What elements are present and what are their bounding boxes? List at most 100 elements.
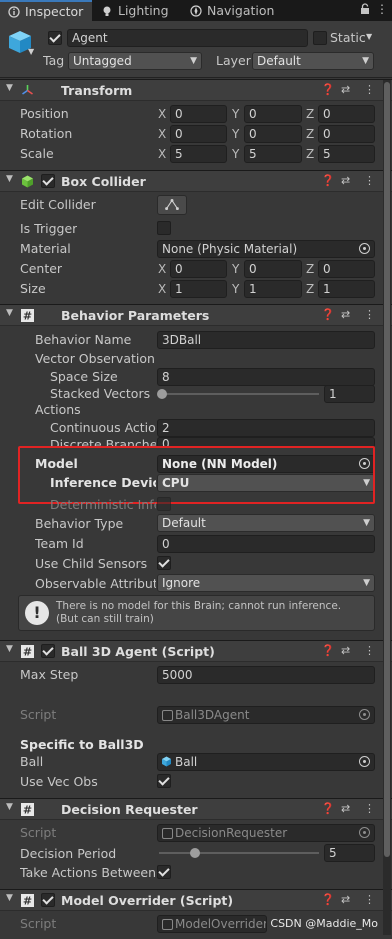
context-menu-icon[interactable]: ⋮: [364, 893, 375, 906]
box-collider-enabled-checkbox[interactable]: [41, 174, 55, 188]
tab-lighting[interactable]: Lighting: [101, 0, 191, 21]
decision-period-input[interactable]: 5: [324, 844, 375, 862]
decision-period-slider-track[interactable]: [159, 852, 319, 854]
presets-icon[interactable]: ⇄: [341, 802, 350, 815]
warning-exclamation-icon: !: [25, 601, 49, 625]
decision-period-label: Decision Period: [20, 846, 117, 861]
help-icon[interactable]: ❓: [321, 893, 335, 906]
model-overrider-header[interactable]: ▼ # Model Overrider (Script) ❓ ⇄ ⋮: [0, 889, 392, 911]
fold-arrow-icon[interactable]: ▼: [6, 83, 13, 93]
help-icon[interactable]: ❓: [321, 83, 335, 96]
presets-icon[interactable]: ⇄: [341, 644, 350, 657]
behavior-type-label: Behavior Type: [35, 516, 124, 531]
help-icon[interactable]: ❓: [321, 308, 335, 321]
rotation-z-field[interactable]: 0: [318, 125, 375, 143]
icon-dropdown-arrow-icon[interactable]: ▼: [28, 47, 34, 56]
model-overrider-enabled-checkbox[interactable]: [41, 893, 55, 907]
presets-icon[interactable]: ⇄: [341, 174, 350, 187]
center-y-field[interactable]: 0: [244, 260, 302, 278]
fold-arrow-icon[interactable]: ▼: [6, 308, 13, 318]
model-overrider-script-value: ModelOverrider: [175, 917, 267, 931]
use-child-sensors-checkbox[interactable]: [157, 556, 171, 570]
take-actions-between-decisions-checkbox[interactable]: [157, 865, 171, 879]
position-z-field[interactable]: 0: [318, 105, 375, 123]
center-z-field[interactable]: 0: [318, 260, 375, 278]
edit-collider-button[interactable]: [157, 195, 187, 215]
decision-period-slider-handle[interactable]: [190, 848, 200, 858]
transform-title: Transform: [61, 83, 133, 98]
help-message-box: ! There is no model for this Brain; cann…: [18, 595, 375, 631]
center-x-field[interactable]: 0: [170, 260, 227, 278]
presets-icon[interactable]: ⇄: [341, 893, 350, 906]
context-menu-icon[interactable]: ⋮: [364, 83, 375, 96]
tab-inspector[interactable]: Inspector: [0, 0, 92, 21]
layer-dropdown[interactable]: Default ▼: [252, 52, 374, 70]
decision-requester-header[interactable]: ▼ # Decision Requester ❓ ⇄ ⋮: [0, 798, 392, 820]
context-menu-icon[interactable]: ⋮: [364, 174, 375, 187]
scrollbar-thumb[interactable]: [384, 82, 390, 857]
scale-x-field[interactable]: 5: [170, 145, 227, 163]
context-menu-icon[interactable]: ⋮: [364, 308, 375, 321]
observable-attribute-handling-dropdown[interactable]: Ignore ▼: [157, 574, 375, 592]
active-checkbox[interactable]: [48, 31, 62, 45]
stacked-vectors-input[interactable]: 1: [324, 385, 375, 403]
static-label[interactable]: Static: [330, 30, 366, 45]
rotation-y-field[interactable]: 0: [244, 125, 302, 143]
lock-icon[interactable]: [360, 3, 370, 15]
box-collider-header[interactable]: ▼ Box Collider ❓ ⇄ ⋮: [0, 170, 392, 192]
context-menu-icon[interactable]: ⋮: [364, 802, 375, 815]
material-label: Material: [20, 241, 71, 256]
use-vec-obs-checkbox[interactable]: [157, 774, 171, 788]
tab-navigation[interactable]: Navigation: [190, 0, 300, 21]
behavior-type-dropdown[interactable]: Default ▼: [157, 514, 375, 532]
rotation-x-field[interactable]: 0: [170, 125, 227, 143]
ball-field[interactable]: Ball: [157, 753, 375, 771]
behavior-name-input[interactable]: 3DBall: [157, 331, 375, 349]
tab-menu-icon[interactable]: ⋮: [376, 2, 388, 16]
size-y-field[interactable]: 1: [244, 280, 302, 298]
context-menu-icon[interactable]: ⋮: [364, 644, 375, 657]
position-y-field[interactable]: 0: [244, 105, 302, 123]
fold-arrow-icon[interactable]: ▼: [6, 802, 13, 812]
scale-z-field[interactable]: 5: [318, 145, 375, 163]
layer-label: Layer: [216, 53, 251, 68]
info-icon: [8, 5, 20, 18]
presets-icon[interactable]: ⇄: [341, 308, 350, 321]
fold-arrow-icon[interactable]: ▼: [6, 174, 13, 184]
stacked-vectors-slider-track[interactable]: [159, 393, 319, 395]
size-z-field[interactable]: 1: [318, 280, 375, 298]
scale-y-field[interactable]: 5: [244, 145, 302, 163]
transform-header[interactable]: ▼ Transform ❓ ⇄ ⋮: [0, 79, 392, 101]
position-x-field[interactable]: 0: [170, 105, 227, 123]
static-checkbox[interactable]: [313, 31, 327, 45]
continuous-actions-label: Continuous Actions: [50, 420, 156, 435]
behavior-parameters-header[interactable]: ▼ # Behavior Parameters ❓ ⇄ ⋮: [0, 304, 392, 326]
fold-arrow-icon[interactable]: ▼: [6, 644, 13, 654]
ball3d-agent-enabled-checkbox[interactable]: [41, 644, 55, 658]
behavior-name-label: Behavior Name: [35, 332, 132, 347]
help-icon[interactable]: ❓: [321, 644, 335, 657]
max-step-input[interactable]: 5000: [157, 666, 375, 684]
ball3d-agent-header[interactable]: ▼ # Ball 3D Agent (Script) ❓ ⇄ ⋮: [0, 640, 392, 662]
stacked-vectors-slider-handle[interactable]: [157, 389, 167, 399]
object-name-input[interactable]: Agent: [67, 29, 308, 47]
object-picker-icon[interactable]: [359, 243, 370, 254]
space-size-input[interactable]: 8: [157, 368, 375, 386]
fold-arrow-icon[interactable]: ▼: [6, 893, 13, 903]
continuous-actions-input[interactable]: 2: [157, 419, 375, 437]
svg-text:#: #: [23, 646, 32, 659]
tag-dropdown[interactable]: Untagged ▼: [68, 52, 202, 70]
static-dropdown-arrow-icon[interactable]: ▼: [366, 32, 372, 41]
presets-icon[interactable]: ⇄: [341, 83, 350, 96]
help-icon[interactable]: ❓: [321, 174, 335, 187]
size-x-field[interactable]: 1: [170, 280, 227, 298]
is-trigger-checkbox[interactable]: [157, 221, 171, 235]
object-picker-icon[interactable]: [359, 756, 370, 767]
material-field[interactable]: None (Physic Material): [157, 240, 375, 258]
deterministic-inference-checkbox[interactable]: [157, 497, 171, 511]
compass-icon: [190, 4, 202, 17]
help-icon[interactable]: ❓: [321, 802, 335, 815]
decision-requester-script-field: DecisionRequester: [157, 824, 375, 842]
ball-label: Ball: [20, 754, 44, 769]
team-id-input[interactable]: 0: [157, 535, 375, 553]
